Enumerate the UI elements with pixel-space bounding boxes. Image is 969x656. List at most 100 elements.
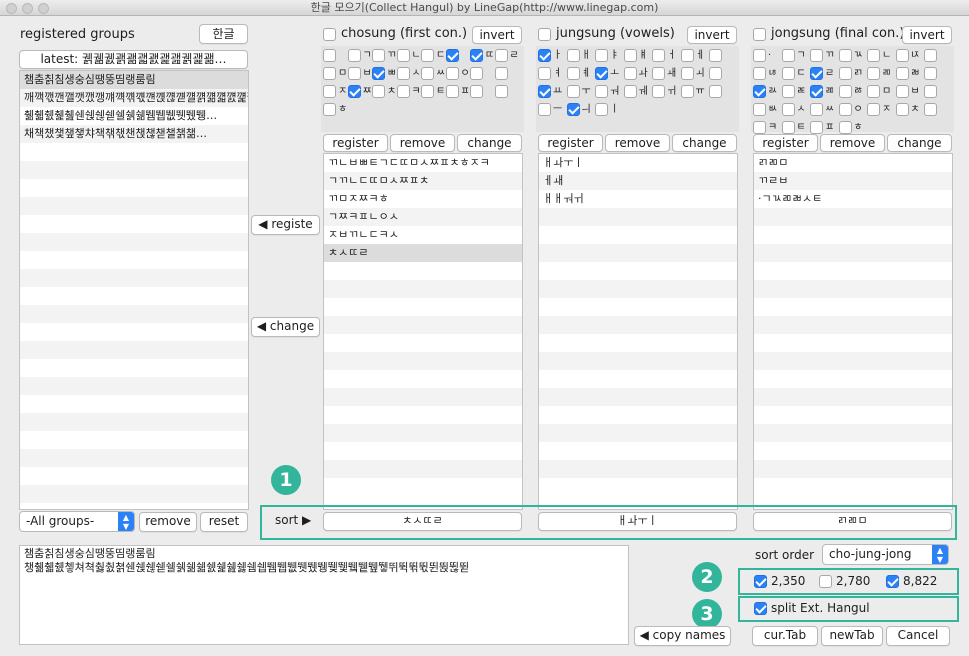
group-row[interactable]: 깨깩깫깬깰깻깼깽꺠꺡꺢꺣꺤꺥꺦꺧꺨꺩꺪꺫꺬꺭꺮꺯꺰꺱… — [20, 89, 248, 107]
jamo-checkbox[interactable] — [595, 49, 608, 62]
jamo-set-row[interactable]: ㅊㅅㄸㄹ — [324, 244, 522, 262]
jamo-checkbox[interactable] — [566, 103, 580, 116]
jamo-checkbox[interactable] — [838, 49, 852, 62]
jamo-set-row[interactable]: ㄺㄻㅁ — [754, 154, 952, 172]
jamo-checkbox[interactable] — [680, 49, 694, 62]
jamo-set-row[interactable]: ㄲㅁㅈㅉㅋㅎ — [324, 190, 522, 208]
groups-list[interactable]: 챔춤칡침생숭심땡뚱띰랭룸림깨깩깫깬깰깻깼깽꺠꺡꺢꺣꺤꺥꺦꺧꺨꺩꺪꺫꺬꺭꺮꺯꺰꺱…… — [19, 70, 249, 510]
jamo-checkbox[interactable] — [652, 85, 665, 98]
jamo-set-row[interactable]: ㅈㅂㄲㄴㄷㅋㅅ — [324, 226, 522, 244]
reset-button[interactable]: reset — [200, 512, 248, 532]
jamo-checkbox[interactable] — [753, 121, 766, 134]
minimize-window-icon[interactable] — [22, 3, 33, 14]
sort-order-select[interactable]: cho-jung-jong ▲ ▼ — [822, 544, 949, 565]
jamo-checkbox[interactable] — [867, 67, 880, 80]
change-button[interactable]: change — [672, 134, 737, 152]
jamo-checkbox[interactable] — [372, 49, 385, 62]
jamo-checkbox[interactable] — [494, 67, 508, 80]
remove-button[interactable]: remove — [605, 134, 670, 152]
jamo-checkbox[interactable] — [421, 49, 434, 62]
remove-button[interactable]: remove — [390, 134, 455, 152]
jamo-set-row[interactable]: ㅐㅘㅜㅣ — [539, 154, 737, 172]
jamo-set-row[interactable]: ㄲㄴㅂㅃㅌㄱㄷㄸㅁㅅㅉㅍㅊㅎㅈㅋ — [324, 154, 522, 172]
jamo-checkbox[interactable] — [470, 67, 483, 80]
jamo-checkbox[interactable] — [810, 103, 823, 116]
change-button[interactable]: change — [457, 134, 522, 152]
column-select-all-checkbox[interactable] — [753, 28, 766, 41]
jamo-checkbox[interactable] — [680, 85, 694, 98]
jamo-checkbox[interactable] — [445, 49, 459, 62]
jamo-checkbox[interactable] — [781, 49, 795, 62]
jamo-checkbox[interactable] — [867, 103, 880, 116]
jamo-checkbox[interactable] — [924, 49, 937, 62]
jamo-checkbox[interactable] — [421, 67, 434, 80]
invert-button[interactable]: invert — [472, 26, 522, 44]
jamo-checkbox[interactable] — [538, 67, 551, 80]
jamo-checkbox[interactable] — [566, 85, 580, 98]
jamo-checkbox[interactable] — [680, 67, 694, 80]
register-button[interactable]: register — [753, 134, 818, 152]
result-textarea[interactable]: 챔춤칡침생숭심땡뚱띰랭룸림 챙췖췗췘쳏쳐쳑춿춼쳙쉔쉕쉖쉗쉘쉙쉚쉛쉜쉝쉞쉟쉠쉡뛤뛥… — [19, 545, 629, 645]
zoom-window-icon[interactable] — [38, 3, 49, 14]
jamo-checkbox[interactable] — [810, 121, 823, 134]
jamo-checkbox[interactable] — [895, 49, 909, 62]
jamo-checkbox[interactable] — [810, 49, 823, 62]
jamo-checkbox[interactable] — [895, 67, 909, 80]
count-checkbox[interactable] — [886, 575, 899, 588]
register-to-groups-button[interactable]: ◀ registe — [251, 215, 320, 235]
jamo-checkbox[interactable] — [753, 49, 766, 62]
jamo-checkbox[interactable] — [781, 103, 795, 116]
jamo-checkbox[interactable] — [347, 85, 361, 98]
latest-group-button[interactable]: latest: 궭궮궰괡괢괣괤괥괦궭괥괢… — [19, 50, 248, 69]
column-select-all-checkbox[interactable] — [538, 28, 551, 41]
jamo-set-list[interactable]: ㅐㅘㅜㅣ ㅔㅙ ㅐㅐㅝㅟ — [538, 153, 738, 510]
jamo-checkbox[interactable] — [323, 85, 336, 98]
jamo-checkbox[interactable] — [538, 103, 551, 116]
change-button[interactable]: change — [887, 134, 952, 152]
count-checkbox[interactable] — [754, 575, 767, 588]
jamo-checkbox[interactable] — [470, 85, 483, 98]
jamo-set-row[interactable]: ㅔㅙ — [539, 172, 737, 190]
jamo-checkbox[interactable] — [781, 67, 795, 80]
jamo-checkbox[interactable] — [867, 85, 880, 98]
jamo-checkbox[interactable] — [623, 49, 637, 62]
change-group-button[interactable]: ◀ change — [251, 317, 320, 337]
jamo-checkbox[interactable] — [924, 103, 937, 116]
column-select-all-checkbox[interactable] — [323, 28, 336, 41]
count-checkbox[interactable] — [819, 575, 832, 588]
jamo-set-list[interactable]: ㄲㄴㅂㅃㅌㄱㄷㄸㅁㅅㅉㅍㅊㅎㅈㅋ ㄱㄲㄴㄷㄸㅁㅅㅉㅍㅊ ㄲㅁㅈㅉㅋㅎ ㄱㅉㅋㅍㄴㅇㅅㅈ… — [323, 153, 523, 510]
jamo-checkbox[interactable] — [709, 85, 722, 98]
jamo-set-row[interactable]: ㄲㄹㅂ — [754, 172, 952, 190]
jamo-checkbox[interactable] — [838, 103, 852, 116]
copy-names-button[interactable]: ◀ copy names — [634, 626, 731, 646]
jamo-checkbox[interactable] — [753, 85, 766, 98]
new-tab-button[interactable]: newTab — [821, 626, 883, 646]
jamo-checkbox[interactable] — [709, 67, 722, 80]
jamo-checkbox[interactable] — [445, 85, 459, 98]
jamo-checkbox[interactable] — [372, 67, 385, 80]
jamo-checkbox[interactable] — [753, 67, 766, 80]
jamo-checkbox[interactable] — [810, 67, 823, 80]
split-ext-hangul-checkbox[interactable] — [754, 602, 767, 615]
remove-button[interactable]: remove — [820, 134, 885, 152]
jamo-set-list[interactable]: ㄺㄻㅁ ㄲㄹㅂ ·ㄱㄳㄻㄼㅅㅌ — [753, 153, 953, 510]
jamo-checkbox[interactable] — [347, 67, 361, 80]
register-button[interactable]: register — [538, 134, 603, 152]
jamo-checkbox[interactable] — [421, 85, 434, 98]
jamo-set-row[interactable]: ㅐㅐㅝㅟ — [539, 190, 737, 208]
jamo-checkbox[interactable] — [595, 103, 608, 116]
jamo-checkbox[interactable] — [323, 49, 336, 62]
jamo-checkbox[interactable] — [623, 85, 637, 98]
jamo-checkbox[interactable] — [753, 103, 766, 116]
invert-button[interactable]: invert — [902, 26, 952, 44]
jamo-checkbox[interactable] — [838, 85, 852, 98]
jamo-checkbox[interactable] — [396, 85, 410, 98]
jamo-checkbox[interactable] — [323, 103, 336, 116]
jamo-checkbox[interactable] — [470, 49, 483, 62]
jamo-checkbox[interactable] — [494, 49, 508, 62]
jamo-checkbox[interactable] — [595, 85, 608, 98]
jamo-checkbox[interactable] — [445, 67, 459, 80]
jamo-checkbox[interactable] — [781, 85, 795, 98]
jamo-checkbox[interactable] — [347, 49, 361, 62]
jamo-set-row[interactable]: ·ㄱㄳㄻㄼㅅㅌ — [754, 190, 952, 208]
